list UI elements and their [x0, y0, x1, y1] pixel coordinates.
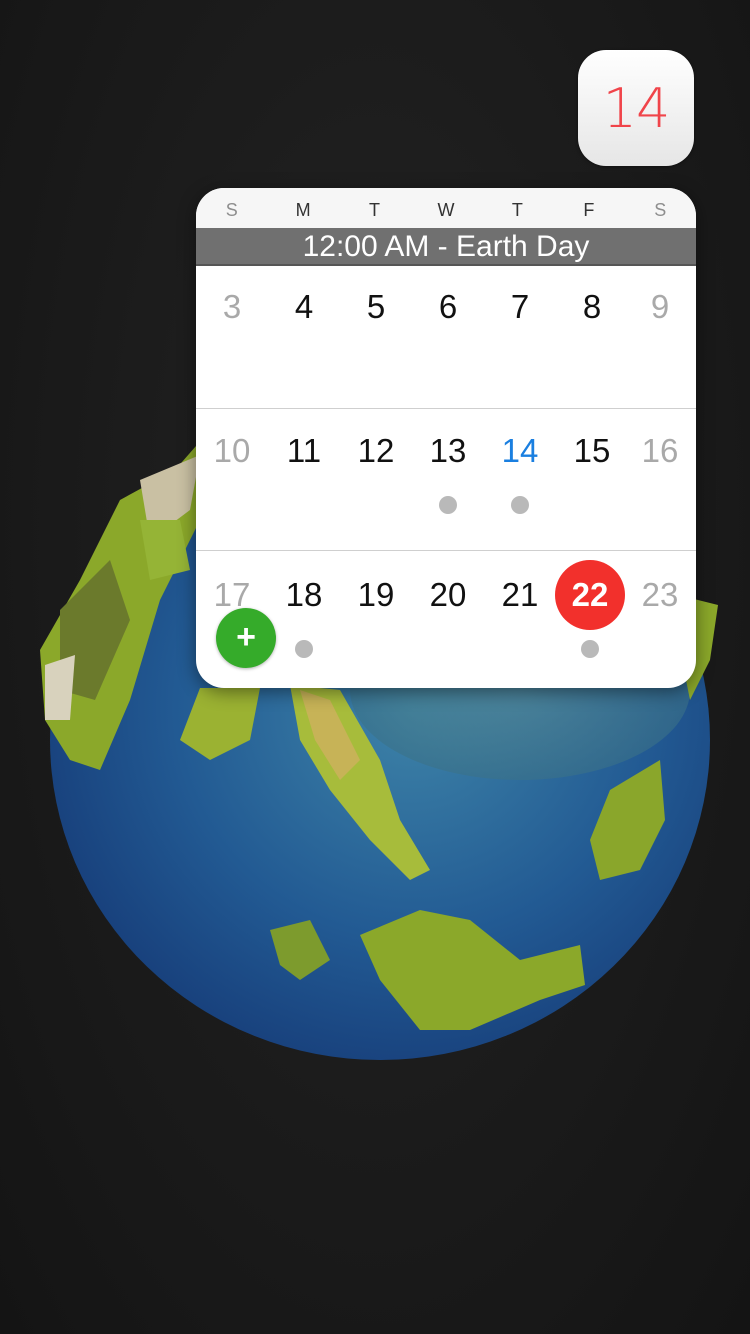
app-icon-date: 14 — [602, 76, 671, 140]
weekday-label: W — [437, 200, 455, 220]
event-indicator-dot — [439, 496, 457, 514]
day-cell[interactable]: 5 — [340, 264, 412, 408]
day-number: 17 — [213, 576, 251, 613]
weekday-header: S M T W T F S — [196, 188, 696, 228]
day-cell[interactable]: 7 — [484, 264, 556, 408]
day-number: 4 — [294, 288, 314, 325]
day-cell[interactable]: 6 — [412, 264, 484, 408]
day-number: 11 — [286, 432, 322, 469]
add-event-button[interactable]: + — [216, 608, 276, 668]
event-indicator-dot — [511, 496, 529, 514]
week-row: 3 4 5 6 7 8 9 — [196, 264, 696, 409]
weekday-label: F — [583, 200, 595, 220]
day-cell-today[interactable]: 14 — [484, 406, 556, 550]
plus-icon: + — [236, 618, 256, 656]
weekday-label: M — [295, 200, 311, 220]
day-number: 3 — [222, 288, 242, 325]
day-number: 13 — [429, 432, 467, 469]
day-cell[interactable]: 12 — [340, 406, 412, 550]
day-cell[interactable]: 16 — [624, 406, 696, 550]
day-number: 20 — [429, 576, 467, 613]
day-cell[interactable]: 4 — [268, 264, 340, 408]
day-cell[interactable]: 8 — [556, 264, 628, 408]
weekday-label: S — [654, 200, 667, 220]
day-number: 5 — [366, 288, 386, 325]
weekday-label: T — [369, 200, 381, 220]
week-row: 10 11 12 13 14 15 16 — [196, 406, 696, 551]
day-number: 9 — [650, 288, 670, 325]
day-number: 8 — [582, 288, 602, 325]
weekday-label: S — [225, 200, 238, 220]
day-number: 21 — [501, 576, 539, 613]
day-cell[interactable]: 13 — [412, 406, 484, 550]
day-number: 15 — [573, 432, 611, 469]
day-number: 14 — [501, 432, 539, 469]
event-indicator-dot — [295, 640, 313, 658]
day-cell-selected[interactable]: 22 — [554, 550, 626, 688]
day-number: 12 — [357, 432, 395, 469]
day-cell[interactable]: 20 — [412, 550, 484, 688]
day-cell[interactable]: 10 — [196, 406, 268, 550]
day-cell[interactable]: 9 — [624, 264, 696, 408]
day-cell[interactable]: 19 — [340, 550, 412, 688]
day-number: 18 — [285, 576, 323, 613]
day-cell[interactable]: 15 — [556, 406, 628, 550]
calendar-app-icon[interactable]: 14 — [578, 50, 694, 166]
day-number: 6 — [438, 288, 458, 325]
calendar-widget: S M T W T F S 12:00 AM - Earth Day 3 4 5… — [196, 188, 696, 688]
day-cell[interactable]: 23 — [624, 550, 696, 688]
day-cell[interactable]: 3 — [196, 264, 268, 408]
event-banner[interactable]: 12:00 AM - Earth Day — [196, 228, 696, 266]
day-number: 22 — [571, 576, 609, 613]
day-number: 19 — [357, 576, 395, 613]
day-number: 10 — [213, 432, 251, 469]
week-row: 17 18 19 20 21 22 23 — [196, 550, 696, 688]
weekday-label: T — [511, 200, 523, 220]
event-indicator-dot — [581, 640, 599, 658]
day-cell[interactable]: 18 — [268, 550, 340, 688]
day-cell[interactable]: 21 — [484, 550, 556, 688]
day-number: 7 — [510, 288, 530, 325]
day-number: 16 — [641, 432, 679, 469]
day-number: 23 — [641, 576, 679, 613]
day-cell[interactable]: 11 — [268, 406, 340, 550]
